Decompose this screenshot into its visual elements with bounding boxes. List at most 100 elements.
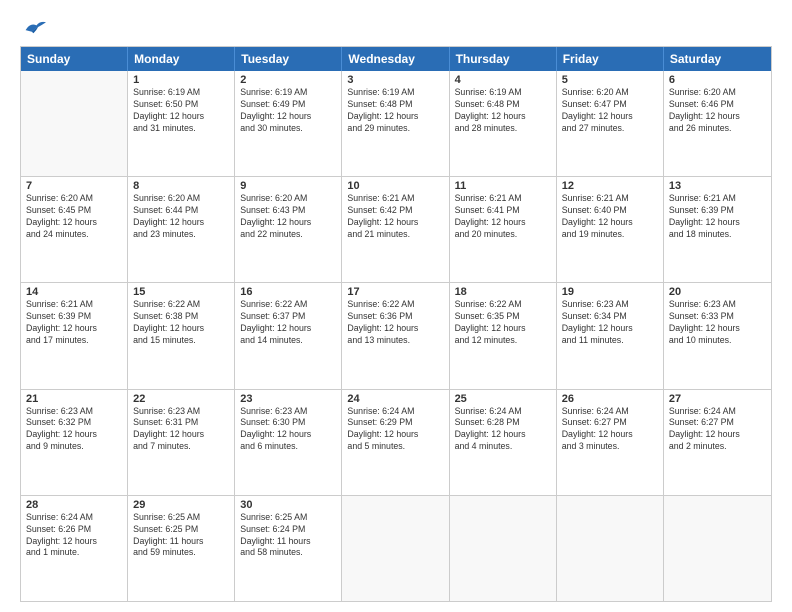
week-row-1: 1Sunrise: 6:19 AM Sunset: 6:50 PM Daylig… [21, 71, 771, 176]
header-day-thursday: Thursday [450, 47, 557, 71]
day-number: 14 [26, 286, 122, 298]
day-number: 27 [669, 393, 766, 405]
header-day-wednesday: Wednesday [342, 47, 449, 71]
day-number: 28 [26, 499, 122, 511]
day-20: 20Sunrise: 6:23 AM Sunset: 6:33 PM Dayli… [664, 283, 771, 388]
day-number: 1 [133, 74, 229, 86]
day-number: 8 [133, 180, 229, 192]
day-info: Sunrise: 6:23 AM Sunset: 6:34 PM Dayligh… [562, 299, 658, 347]
day-number: 26 [562, 393, 658, 405]
day-info: Sunrise: 6:21 AM Sunset: 6:40 PM Dayligh… [562, 193, 658, 241]
day-number: 5 [562, 74, 658, 86]
day-info: Sunrise: 6:21 AM Sunset: 6:39 PM Dayligh… [669, 193, 766, 241]
day-23: 23Sunrise: 6:23 AM Sunset: 6:30 PM Dayli… [235, 390, 342, 495]
empty-cell [664, 496, 771, 601]
day-1: 1Sunrise: 6:19 AM Sunset: 6:50 PM Daylig… [128, 71, 235, 176]
day-info: Sunrise: 6:24 AM Sunset: 6:29 PM Dayligh… [347, 406, 443, 454]
day-number: 2 [240, 74, 336, 86]
calendar: SundayMondayTuesdayWednesdayThursdayFrid… [20, 46, 772, 602]
day-info: Sunrise: 6:24 AM Sunset: 6:26 PM Dayligh… [26, 512, 122, 560]
day-number: 4 [455, 74, 551, 86]
day-27: 27Sunrise: 6:24 AM Sunset: 6:27 PM Dayli… [664, 390, 771, 495]
day-number: 22 [133, 393, 229, 405]
week-row-4: 21Sunrise: 6:23 AM Sunset: 6:32 PM Dayli… [21, 389, 771, 495]
day-29: 29Sunrise: 6:25 AM Sunset: 6:25 PM Dayli… [128, 496, 235, 601]
day-21: 21Sunrise: 6:23 AM Sunset: 6:32 PM Dayli… [21, 390, 128, 495]
empty-cell [557, 496, 664, 601]
day-30: 30Sunrise: 6:25 AM Sunset: 6:24 PM Dayli… [235, 496, 342, 601]
day-7: 7Sunrise: 6:20 AM Sunset: 6:45 PM Daylig… [21, 177, 128, 282]
day-number: 25 [455, 393, 551, 405]
day-number: 21 [26, 393, 122, 405]
header-day-sunday: Sunday [21, 47, 128, 71]
header-day-monday: Monday [128, 47, 235, 71]
week-row-5: 28Sunrise: 6:24 AM Sunset: 6:26 PM Dayli… [21, 495, 771, 601]
day-16: 16Sunrise: 6:22 AM Sunset: 6:37 PM Dayli… [235, 283, 342, 388]
day-number: 3 [347, 74, 443, 86]
day-number: 23 [240, 393, 336, 405]
day-number: 10 [347, 180, 443, 192]
header-day-saturday: Saturday [664, 47, 771, 71]
header [20, 18, 772, 36]
day-9: 9Sunrise: 6:20 AM Sunset: 6:43 PM Daylig… [235, 177, 342, 282]
page: SundayMondayTuesdayWednesdayThursdayFrid… [0, 0, 792, 612]
day-info: Sunrise: 6:19 AM Sunset: 6:48 PM Dayligh… [455, 87, 551, 135]
day-8: 8Sunrise: 6:20 AM Sunset: 6:44 PM Daylig… [128, 177, 235, 282]
day-5: 5Sunrise: 6:20 AM Sunset: 6:47 PM Daylig… [557, 71, 664, 176]
day-2: 2Sunrise: 6:19 AM Sunset: 6:49 PM Daylig… [235, 71, 342, 176]
day-info: Sunrise: 6:24 AM Sunset: 6:28 PM Dayligh… [455, 406, 551, 454]
day-info: Sunrise: 6:20 AM Sunset: 6:47 PM Dayligh… [562, 87, 658, 135]
day-info: Sunrise: 6:21 AM Sunset: 6:41 PM Dayligh… [455, 193, 551, 241]
day-number: 16 [240, 286, 336, 298]
day-info: Sunrise: 6:23 AM Sunset: 6:30 PM Dayligh… [240, 406, 336, 454]
day-25: 25Sunrise: 6:24 AM Sunset: 6:28 PM Dayli… [450, 390, 557, 495]
day-info: Sunrise: 6:25 AM Sunset: 6:25 PM Dayligh… [133, 512, 229, 560]
week-row-2: 7Sunrise: 6:20 AM Sunset: 6:45 PM Daylig… [21, 176, 771, 282]
day-number: 9 [240, 180, 336, 192]
day-info: Sunrise: 6:24 AM Sunset: 6:27 PM Dayligh… [562, 406, 658, 454]
day-info: Sunrise: 6:22 AM Sunset: 6:36 PM Dayligh… [347, 299, 443, 347]
day-6: 6Sunrise: 6:20 AM Sunset: 6:46 PM Daylig… [664, 71, 771, 176]
day-info: Sunrise: 6:22 AM Sunset: 6:38 PM Dayligh… [133, 299, 229, 347]
header-day-tuesday: Tuesday [235, 47, 342, 71]
day-info: Sunrise: 6:23 AM Sunset: 6:32 PM Dayligh… [26, 406, 122, 454]
day-info: Sunrise: 6:23 AM Sunset: 6:33 PM Dayligh… [669, 299, 766, 347]
empty-cell [21, 71, 128, 176]
day-info: Sunrise: 6:20 AM Sunset: 6:44 PM Dayligh… [133, 193, 229, 241]
day-number: 11 [455, 180, 551, 192]
day-number: 30 [240, 499, 336, 511]
day-19: 19Sunrise: 6:23 AM Sunset: 6:34 PM Dayli… [557, 283, 664, 388]
day-18: 18Sunrise: 6:22 AM Sunset: 6:35 PM Dayli… [450, 283, 557, 388]
day-number: 12 [562, 180, 658, 192]
day-12: 12Sunrise: 6:21 AM Sunset: 6:40 PM Dayli… [557, 177, 664, 282]
header-day-friday: Friday [557, 47, 664, 71]
day-info: Sunrise: 6:20 AM Sunset: 6:43 PM Dayligh… [240, 193, 336, 241]
day-info: Sunrise: 6:22 AM Sunset: 6:35 PM Dayligh… [455, 299, 551, 347]
day-11: 11Sunrise: 6:21 AM Sunset: 6:41 PM Dayli… [450, 177, 557, 282]
day-number: 17 [347, 286, 443, 298]
day-number: 24 [347, 393, 443, 405]
day-24: 24Sunrise: 6:24 AM Sunset: 6:29 PM Dayli… [342, 390, 449, 495]
day-info: Sunrise: 6:21 AM Sunset: 6:42 PM Dayligh… [347, 193, 443, 241]
day-13: 13Sunrise: 6:21 AM Sunset: 6:39 PM Dayli… [664, 177, 771, 282]
day-number: 19 [562, 286, 658, 298]
day-number: 18 [455, 286, 551, 298]
day-10: 10Sunrise: 6:21 AM Sunset: 6:42 PM Dayli… [342, 177, 449, 282]
day-info: Sunrise: 6:21 AM Sunset: 6:39 PM Dayligh… [26, 299, 122, 347]
day-info: Sunrise: 6:22 AM Sunset: 6:37 PM Dayligh… [240, 299, 336, 347]
day-info: Sunrise: 6:24 AM Sunset: 6:27 PM Dayligh… [669, 406, 766, 454]
day-15: 15Sunrise: 6:22 AM Sunset: 6:38 PM Dayli… [128, 283, 235, 388]
day-info: Sunrise: 6:25 AM Sunset: 6:24 PM Dayligh… [240, 512, 336, 560]
day-number: 20 [669, 286, 766, 298]
day-26: 26Sunrise: 6:24 AM Sunset: 6:27 PM Dayli… [557, 390, 664, 495]
day-info: Sunrise: 6:20 AM Sunset: 6:46 PM Dayligh… [669, 87, 766, 135]
day-3: 3Sunrise: 6:19 AM Sunset: 6:48 PM Daylig… [342, 71, 449, 176]
day-22: 22Sunrise: 6:23 AM Sunset: 6:31 PM Dayli… [128, 390, 235, 495]
day-number: 15 [133, 286, 229, 298]
day-info: Sunrise: 6:19 AM Sunset: 6:48 PM Dayligh… [347, 87, 443, 135]
day-4: 4Sunrise: 6:19 AM Sunset: 6:48 PM Daylig… [450, 71, 557, 176]
day-number: 29 [133, 499, 229, 511]
week-row-3: 14Sunrise: 6:21 AM Sunset: 6:39 PM Dayli… [21, 282, 771, 388]
empty-cell [342, 496, 449, 601]
logo-bird-icon [24, 18, 46, 36]
